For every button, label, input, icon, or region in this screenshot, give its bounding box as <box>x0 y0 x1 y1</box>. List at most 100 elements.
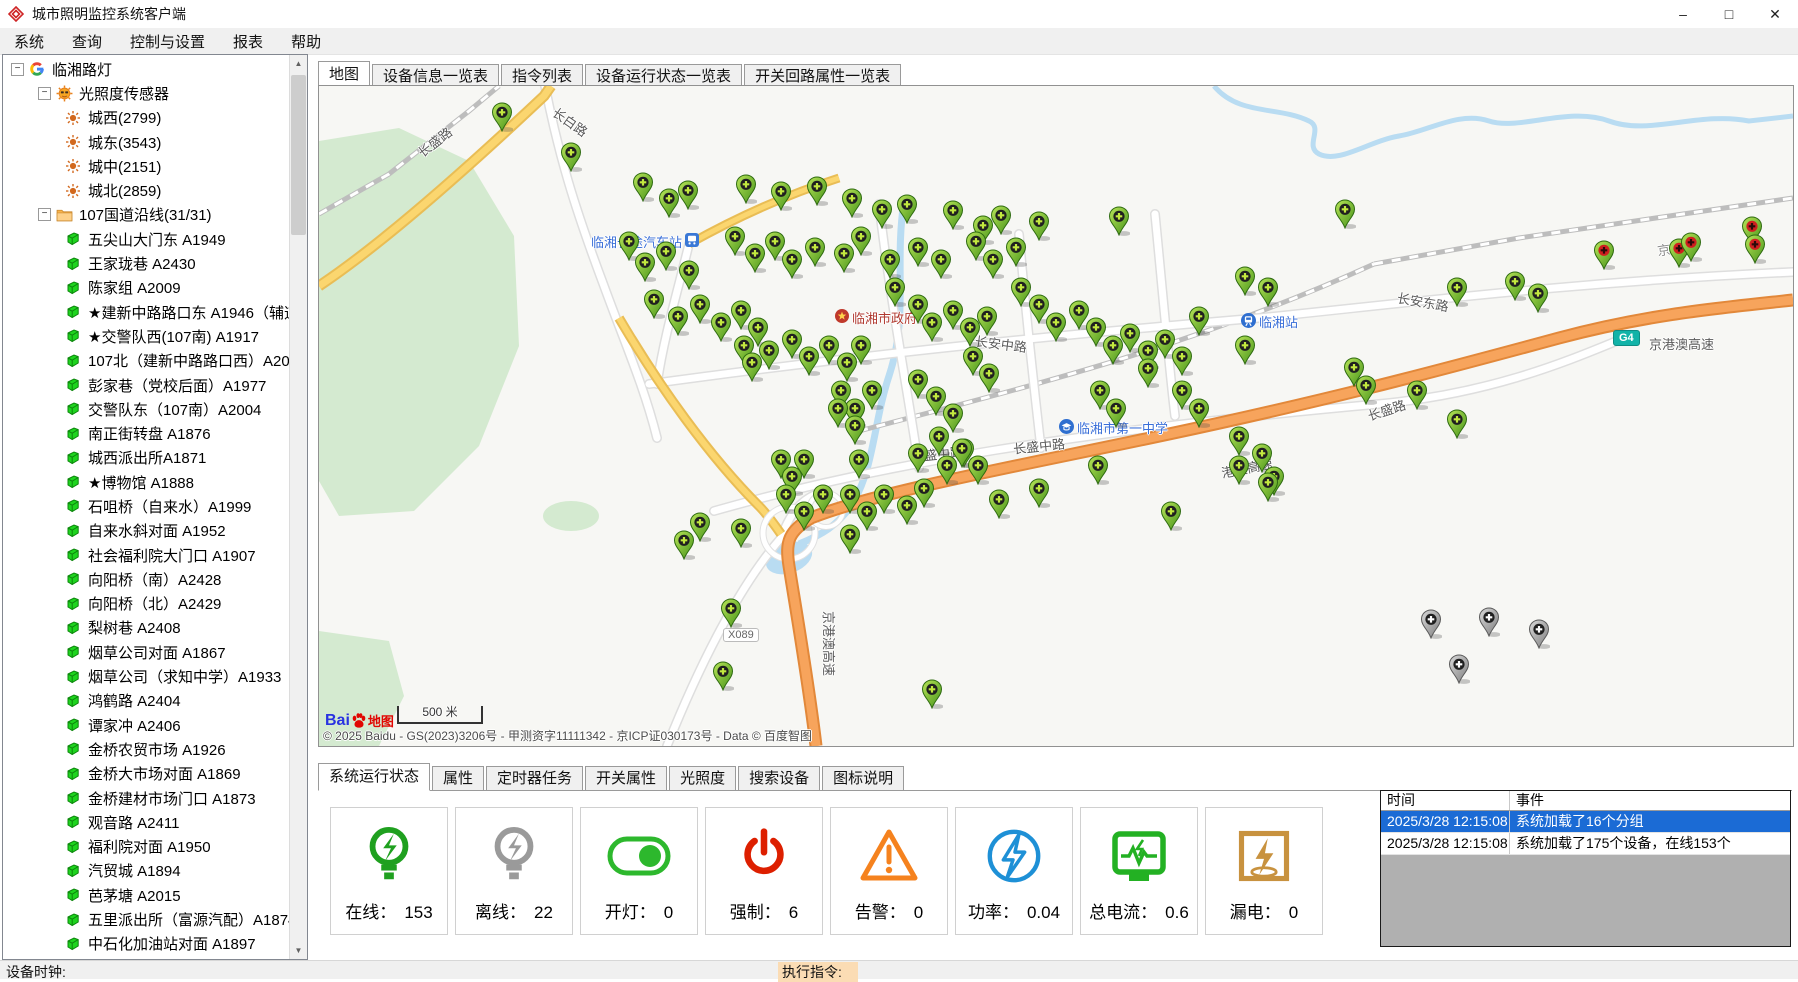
map-pin-online[interactable] <box>1228 426 1250 456</box>
tree-item-15[interactable]: 南正街转盘 A1876 <box>3 421 290 445</box>
map-pin-online[interactable] <box>735 174 757 204</box>
map-pin-online[interactable] <box>1137 358 1159 388</box>
map-pin-offline[interactable] <box>1420 609 1442 639</box>
tree-item-5[interactable]: 城北(2859) <box>3 178 290 202</box>
tree-item-35[interactable]: 五里派出所（富源汽配）A1874 <box>3 907 290 931</box>
map-pin-online[interactable] <box>1504 271 1526 301</box>
map-pin-offline[interactable] <box>1528 619 1550 649</box>
map-pin-online[interactable] <box>907 443 929 473</box>
tree-item-37[interactable] <box>3 956 290 959</box>
tab-bottom-3[interactable]: 开关属性 <box>585 766 667 790</box>
tab-bottom-1[interactable]: 属性 <box>432 766 484 790</box>
map-pin-online[interactable] <box>689 294 711 324</box>
map-pin-online[interactable] <box>1087 455 1109 485</box>
tree-item-0[interactable]: −临湘路灯 <box>3 57 290 81</box>
map-pin-online[interactable] <box>844 415 866 445</box>
scroll-down-icon[interactable]: ▼ <box>290 942 307 959</box>
maximize-button[interactable]: □ <box>1706 0 1752 28</box>
map-pin-online[interactable] <box>634 252 656 282</box>
map-pin-online[interactable] <box>812 484 834 514</box>
map-pin-online[interactable] <box>632 172 654 202</box>
tree-item-9[interactable]: 陈家组 A2009 <box>3 276 290 300</box>
map-pin-online[interactable] <box>710 312 732 342</box>
tree-item-3[interactable]: 城东(3543) <box>3 130 290 154</box>
menu-item-0[interactable]: 系统 <box>0 29 58 54</box>
tree-item-18[interactable]: 石咀桥（自来水）A1999 <box>3 494 290 518</box>
tab-bottom-6[interactable]: 图标说明 <box>822 766 904 790</box>
map-pin-online[interactable] <box>1446 277 1468 307</box>
tree-item-4[interactable]: 城中(2151) <box>3 154 290 178</box>
menu-item-3[interactable]: 报表 <box>219 29 277 54</box>
map-pin-online[interactable] <box>1105 398 1127 428</box>
map-pin-online[interactable] <box>655 241 677 271</box>
tree-item-30[interactable]: 金桥建材市场门口 A1873 <box>3 786 290 810</box>
tree-item-26[interactable]: 鸿鹤路 A2404 <box>3 689 290 713</box>
map-pin-online[interactable] <box>1234 335 1256 365</box>
map-pin-online[interactable] <box>982 249 1004 279</box>
map-pin-online[interactable] <box>873 484 895 514</box>
map-pin-online[interactable] <box>744 243 766 273</box>
map-pin-online[interactable] <box>1257 472 1279 502</box>
tree-item-12[interactable]: 107北（建新中路路口西）A2014 <box>3 349 290 373</box>
map-pin-online[interactable] <box>781 249 803 279</box>
map-pin-online[interactable] <box>921 312 943 342</box>
map-pin-online[interactable] <box>1355 375 1377 405</box>
map-pin-online[interactable] <box>724 226 746 256</box>
tab-bottom-2[interactable]: 定时器任务 <box>486 766 583 790</box>
tree-item-27[interactable]: 谭家冲 A2406 <box>3 713 290 737</box>
scroll-up-icon[interactable]: ▲ <box>290 55 307 72</box>
map-pin-online[interactable] <box>1228 455 1250 485</box>
tree-item-36[interactable]: 中石化加油站对面 A1897 <box>3 932 290 956</box>
tree-item-31[interactable]: 观音路 A2411 <box>3 810 290 834</box>
tree-item-23[interactable]: 梨树巷 A2408 <box>3 616 290 640</box>
map-pin-online[interactable] <box>1160 501 1182 531</box>
map-pin-online[interactable] <box>1446 409 1468 439</box>
event-row-0[interactable]: 2025/3/28 12:15:08系统加载了16个分组 <box>1381 811 1790 833</box>
map-pin-online[interactable] <box>793 449 815 479</box>
map-pin-online[interactable] <box>804 237 826 267</box>
map-pin-online[interactable] <box>1028 211 1050 241</box>
close-button[interactable]: ✕ <box>1752 0 1798 28</box>
map-pin-online[interactable] <box>1257 277 1279 307</box>
map-pin-online[interactable] <box>990 205 1012 235</box>
map-pin-online[interactable] <box>907 237 929 267</box>
tree-item-32[interactable]: 福利院对面 A1950 <box>3 835 290 859</box>
map-pin-online[interactable] <box>678 260 700 290</box>
map-pin-online[interactable] <box>491 102 513 132</box>
map-pin-online[interactable] <box>841 188 863 218</box>
map-pin-online[interactable] <box>976 306 998 336</box>
scrollbar-thumb[interactable] <box>291 75 306 235</box>
map-pin-online[interactable] <box>921 679 943 709</box>
tree-item-7[interactable]: 五尖山大门东 A1949 <box>3 227 290 251</box>
map-pin-online[interactable] <box>720 598 742 628</box>
map-pin-online[interactable] <box>930 249 952 279</box>
map-pin-online[interactable] <box>1188 398 1210 428</box>
tab-bottom-0[interactable]: 系统运行状态 <box>318 763 430 791</box>
map-pin-online[interactable] <box>850 335 872 365</box>
menu-item-1[interactable]: 查询 <box>58 29 116 54</box>
menu-item-4[interactable]: 帮助 <box>277 29 335 54</box>
map-pin-online[interactable] <box>730 518 752 548</box>
tree-item-25[interactable]: 烟草公司（求知中学）A1933 <box>3 664 290 688</box>
map-pin-offline[interactable] <box>1448 654 1470 684</box>
map-pin-online[interactable] <box>798 346 820 376</box>
map-pin-online[interactable] <box>560 142 582 172</box>
map-pin-online[interactable] <box>861 380 883 410</box>
map-pin-online[interactable] <box>884 277 906 307</box>
tree-item-10[interactable]: ★建新中路路口东 A1946（辅道灯） <box>3 300 290 324</box>
map-pin-online[interactable] <box>1527 283 1549 313</box>
tree-item-21[interactable]: 向阳桥（南）A2428 <box>3 567 290 591</box>
map-pin-online[interactable] <box>1406 380 1428 410</box>
tree-expander-icon[interactable]: − <box>38 208 51 221</box>
tree-item-6[interactable]: −107国道沿线(31/31) <box>3 203 290 227</box>
tree-item-33[interactable]: 汽贸城 A1894 <box>3 859 290 883</box>
map-pin-offline[interactable] <box>1478 607 1500 637</box>
map-pin-online[interactable] <box>758 340 780 370</box>
map-pin-online[interactable] <box>667 306 689 336</box>
tree-expander-icon[interactable]: − <box>38 87 51 100</box>
tree-item-17[interactable]: ★博物馆 A1888 <box>3 470 290 494</box>
map-pin-online[interactable] <box>1045 312 1067 342</box>
map-pin-online[interactable] <box>848 449 870 479</box>
tree-expander-icon[interactable]: − <box>11 63 24 76</box>
tree-item-24[interactable]: 烟草公司对面 A1867 <box>3 640 290 664</box>
